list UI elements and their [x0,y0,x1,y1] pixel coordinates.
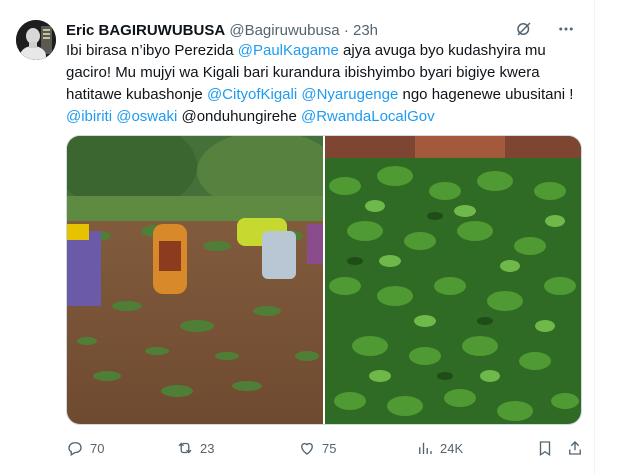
tweet-line-3: hatitawe kubashonje @CityofKigali @Nyaru… [66,84,586,106]
mention-nyarugenge[interactable]: @Nyarugenge [301,86,398,103]
bookmark-icon [539,441,551,457]
tweet-text: Ibi birasa n’ibyo Perezida @PaulKagame a… [66,40,586,128]
text-segment: Ibi birasa n’ibyo Perezida [66,42,238,59]
tweet-actions: 70 23 75 24K [66,437,586,459]
tweet-header: Eric BAGIRUWUBUSA @Bagiruwubusa · 23h [66,21,584,41]
tweet-line-1: Ibi birasa n’ibyo Perezida @PaulKagame a… [66,40,586,62]
tweet[interactable]: Eric BAGIRUWUBUSA @Bagiruwubusa · 23h Ib… [0,0,594,474]
author-handle[interactable]: @Bagiruwubusa [229,22,339,39]
photo-bean-plants[interactable] [325,136,581,424]
mention-oswaki[interactable]: @oswaki [116,108,177,125]
repost-button[interactable]: 23 [176,439,214,457]
share-button[interactable] [566,439,584,457]
like-button[interactable]: 75 [298,439,336,457]
text-segment: ngo hagenewe ubusitani ! [398,86,574,103]
like-count: 75 [322,440,337,456]
views-count: 24K [440,440,464,456]
tweet-media [66,135,582,425]
text-segment: ajya avuga byo kudashyira mu [338,42,546,59]
like-icon [301,442,313,455]
mention-rwandalocalgov[interactable]: @RwandaLocalGov [301,108,435,125]
share-icon [569,441,581,455]
text-onduhungirehe: @onduhungirehe [181,108,297,125]
reply-icon [68,442,82,456]
photo-workers-in-field[interactable] [67,136,323,424]
views-icon [419,442,432,454]
avatar[interactable] [16,20,56,60]
bookmark-button[interactable] [536,439,554,457]
mention-cityofkigali[interactable]: @CityofKigali [207,86,297,103]
more-icon[interactable] [556,19,576,39]
reply-button[interactable]: 70 [66,439,104,457]
reply-count: 70 [90,440,105,456]
repost-count: 23 [200,440,215,456]
author-name[interactable]: Eric BAGIRUWUBUSA [66,22,225,39]
timeline-divider [594,0,595,474]
mention-ibiriti[interactable]: @ibiriti [66,108,112,125]
tweet-time[interactable]: 23h [353,22,378,39]
mention-paulkagame[interactable]: @PaulKagame [238,42,339,59]
text-segment: hatitawe kubashonje [66,86,207,103]
tweet-line-4: @ibiriti @oswaki @onduhungirehe @RwandaL… [66,106,586,128]
separator-dot: · [343,22,349,39]
tweet-line-2: gaciro! Mu mujyi wa Kigali bari kurandur… [66,64,540,81]
views-button[interactable]: 24K [416,439,463,457]
repost-icon [178,442,192,454]
header-icons [514,19,576,39]
grok-icon[interactable] [514,19,534,39]
